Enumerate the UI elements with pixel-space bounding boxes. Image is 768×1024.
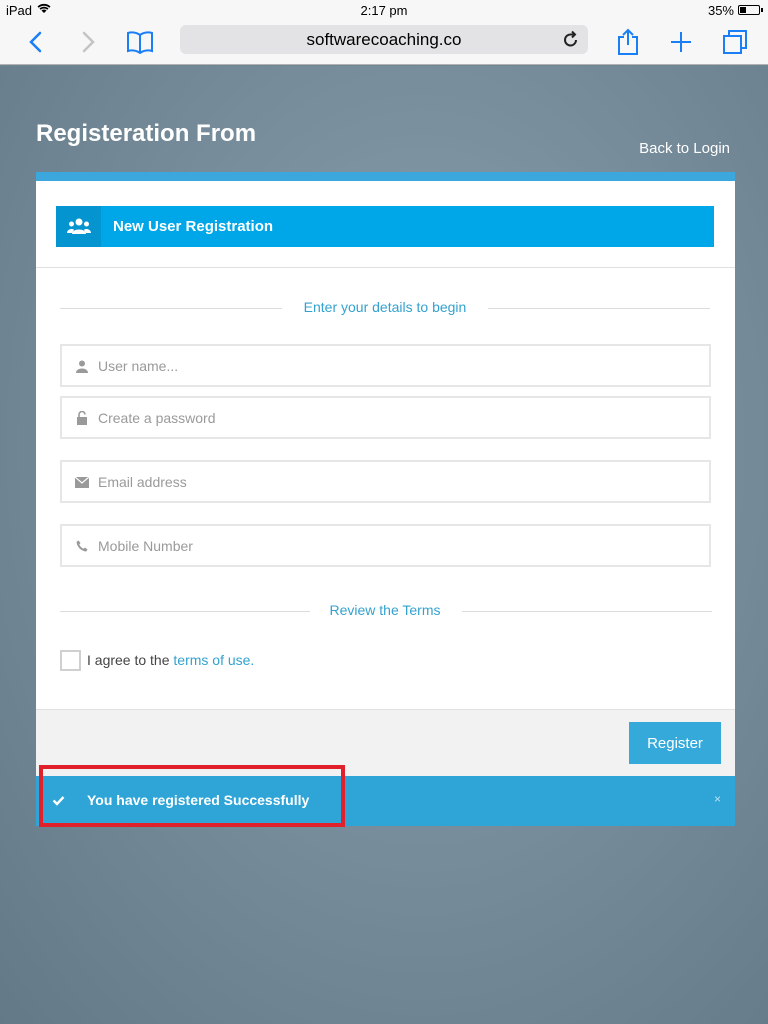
phone-icon: [74, 538, 90, 554]
divider: [36, 267, 735, 268]
battery-icon: [738, 5, 763, 15]
mobile-input[interactable]: [98, 534, 698, 558]
close-icon[interactable]: ×: [714, 792, 721, 806]
terms-checkbox[interactable]: [60, 650, 81, 671]
status-bar: iPad 2:17 pm 35%: [0, 0, 768, 20]
register-button[interactable]: Register: [629, 722, 721, 764]
card-header-title: New User Registration: [113, 218, 274, 235]
unlock-icon: [74, 410, 90, 426]
web-page: Registeration From Back to Login New Use…: [0, 66, 768, 1024]
new-tab-icon[interactable]: [668, 25, 694, 59]
page-title: Registeration From: [36, 120, 257, 147]
terms-prefix: I agree to the: [87, 652, 170, 668]
reload-icon[interactable]: [562, 29, 580, 54]
section-heading-terms: Review the Terms: [60, 602, 712, 622]
bookmarks-icon[interactable]: [124, 25, 156, 59]
registration-card: New User Registration Enter your details…: [36, 172, 735, 826]
highlight-box: [39, 765, 345, 827]
envelope-icon: [74, 474, 90, 490]
tabs-icon[interactable]: [720, 25, 750, 59]
password-input[interactable]: [98, 406, 698, 430]
mobile-field: [60, 524, 711, 567]
share-icon[interactable]: [615, 25, 641, 59]
username-field: [60, 344, 711, 387]
email-input[interactable]: [98, 470, 698, 494]
back-to-login-link[interactable]: Back to Login: [639, 140, 730, 157]
user-icon: [74, 358, 90, 374]
users-icon: [56, 206, 101, 247]
username-input[interactable]: [98, 354, 698, 378]
terms-label: I agree to the terms of use.: [87, 652, 254, 668]
section-heading-details: Enter your details to begin: [60, 299, 710, 319]
battery-percent: 35%: [707, 3, 734, 18]
browser-toolbar: softwarecoaching.co: [0, 20, 768, 65]
section-heading-text: Enter your details to begin: [303, 299, 467, 315]
section-heading-text: Review the Terms: [329, 602, 441, 618]
terms-of-use-link[interactable]: terms of use.: [173, 652, 254, 668]
back-icon[interactable]: [24, 25, 46, 59]
forward-icon[interactable]: [78, 25, 100, 59]
address-bar[interactable]: softwarecoaching.co: [180, 25, 588, 54]
email-field: [60, 460, 711, 503]
clock: 2:17 pm: [360, 3, 408, 18]
card-header: New User Registration: [56, 206, 714, 247]
password-field: [60, 396, 711, 439]
url-text: softwarecoaching.co: [306, 29, 462, 49]
